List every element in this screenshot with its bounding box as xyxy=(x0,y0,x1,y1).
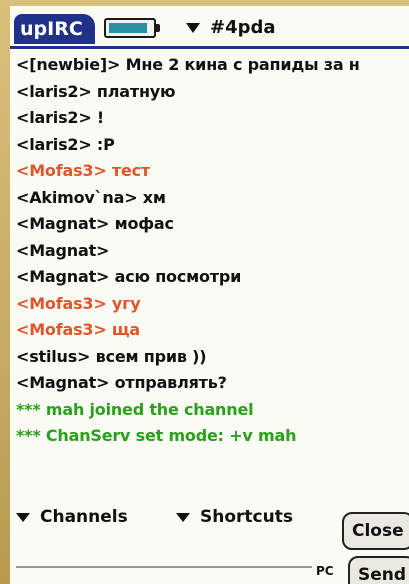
shortcuts-dropdown[interactable]: Shortcuts xyxy=(176,504,293,530)
send-button[interactable]: Send xyxy=(348,556,409,584)
chat-message: <laris2> платную xyxy=(16,81,176,101)
shortcuts-label: Shortcuts xyxy=(200,507,293,527)
chat-message: <laris2> ! xyxy=(16,108,104,127)
message-list[interactable]: <[newbie]> Мне 2 кина с рапиды за н <lari… xyxy=(16,52,406,476)
chat-message: <Akimov`na> хм xyxy=(16,187,166,207)
app-title[interactable]: upIRC xyxy=(14,14,95,44)
chat-message: <Magnat> мофас xyxy=(16,214,174,233)
dropdown-arrow-icon xyxy=(186,23,200,33)
channel-selector[interactable]: #4pda xyxy=(186,16,276,40)
battery-terminal xyxy=(156,24,160,32)
chat-message: <Mofas3> угу xyxy=(16,293,141,313)
chat-message: <Magnat> асю посмотри xyxy=(16,267,242,286)
device-frame: upIRC #4pda <[newbie]> Мне 2 кина с рапи… xyxy=(0,0,409,584)
channels-label: Channels xyxy=(40,507,128,527)
chat-message: <Magnat> отправлять? xyxy=(16,373,227,392)
chat-message: <Mofas3> тест xyxy=(16,161,150,180)
battery-icon xyxy=(104,18,160,38)
chat-message: <[newbie]> Мне 2 кина с рапиды за н xyxy=(16,55,360,74)
close-button[interactable]: Close xyxy=(342,512,409,550)
dropdown-arrow-icon xyxy=(16,512,30,522)
chat-message: <Magnat> xyxy=(16,240,110,260)
message-input[interactable] xyxy=(16,566,312,568)
chat-message: <Mofas3> ща xyxy=(16,320,140,339)
app-screen: upIRC #4pda <[newbie]> Мне 2 кина с рапи… xyxy=(10,6,409,584)
system-message: *** ChanServ set mode: +v mah xyxy=(16,426,297,445)
battery-level xyxy=(109,23,147,33)
title-bar: upIRC #4pda xyxy=(10,6,409,49)
channels-dropdown[interactable]: Channels xyxy=(16,504,128,530)
channel-name: #4pda xyxy=(210,17,276,38)
dropdown-arrow-icon xyxy=(176,512,190,522)
chat-message: <laris2> :P xyxy=(16,134,115,154)
bottom-controls: Channels Shortcuts Close PC Send xyxy=(10,484,409,584)
chat-message: <stilus> всем прив )) xyxy=(16,346,207,366)
pc-label: PC xyxy=(316,564,334,578)
system-message: *** mah joined the channel xyxy=(16,399,254,419)
